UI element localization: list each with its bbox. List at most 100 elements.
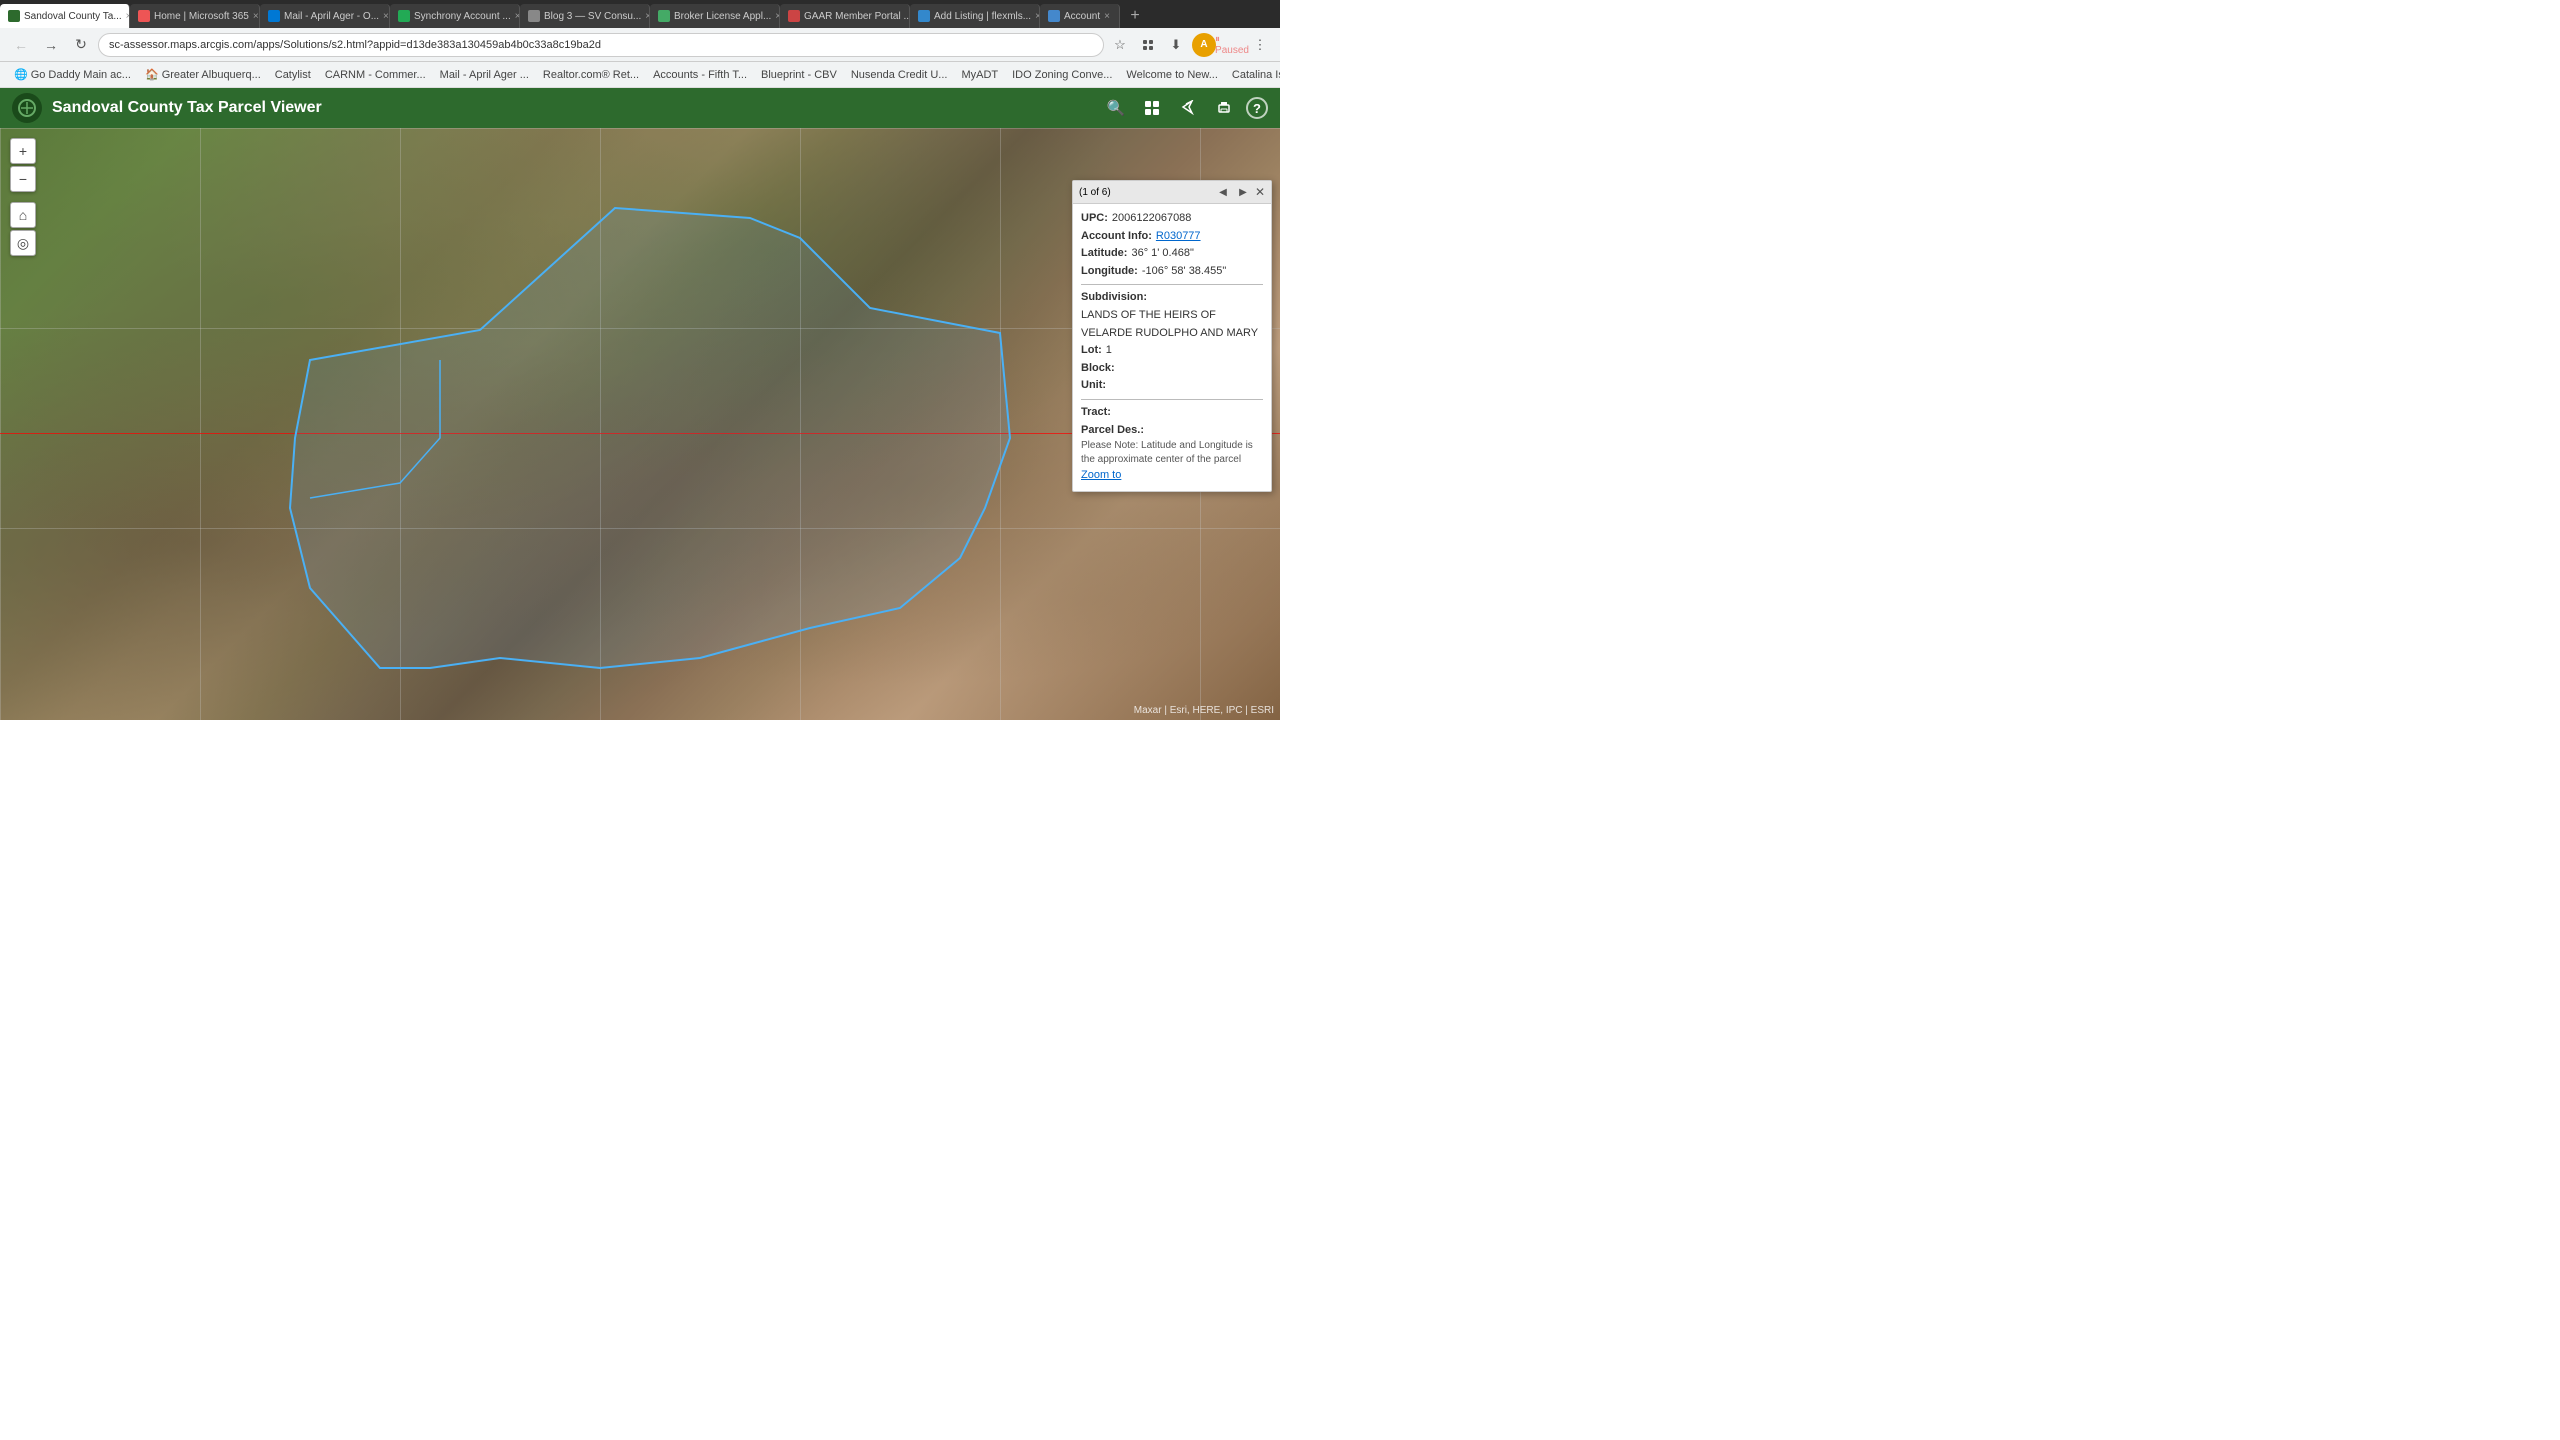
reload-button[interactable]: ↻ bbox=[68, 32, 94, 58]
tab-label-account: Account bbox=[1064, 11, 1100, 22]
popup-lot-label: Lot: bbox=[1081, 342, 1102, 360]
popup-block-label: Block: bbox=[1081, 360, 1115, 378]
back-button[interactable]: ← bbox=[8, 32, 34, 58]
tab-home[interactable]: Home | Microsoft 365 × bbox=[130, 4, 260, 28]
bookmark-blueprint[interactable]: Blueprint - CBV bbox=[755, 67, 843, 83]
bookmark-label-godaddy: Go Daddy Main ac... bbox=[31, 69, 131, 81]
tab-blog[interactable]: Blog 3 — SV Consu... × bbox=[520, 4, 650, 28]
bookmark-myadt[interactable]: MyADT bbox=[955, 67, 1004, 83]
bookmark-mail[interactable]: Mail - April Ager ... bbox=[434, 67, 535, 83]
tab-broker[interactable]: Broker License Appl... × bbox=[650, 4, 780, 28]
popup-next-button[interactable]: ▶ bbox=[1235, 184, 1251, 200]
tab-favicon-sandoval bbox=[8, 10, 20, 22]
zoom-in-button[interactable]: + bbox=[10, 138, 36, 164]
albuquerque-icon: 🏠 bbox=[145, 68, 159, 81]
logo-icon bbox=[17, 98, 37, 118]
nav-icons: ☆ ⬇ A ⏸ Paused ⋮ bbox=[1108, 33, 1272, 57]
popup-close-button[interactable]: ✕ bbox=[1255, 185, 1265, 199]
tab-favicon-account bbox=[1048, 10, 1060, 22]
tab-label-sync: Synchrony Account ... bbox=[414, 11, 511, 22]
grid-icon-btn[interactable] bbox=[1138, 94, 1166, 122]
bookmark-catylist[interactable]: Catylist bbox=[269, 67, 317, 83]
bookmark-star-icon[interactable]: ☆ bbox=[1108, 33, 1132, 57]
search-icon-btn[interactable]: 🔍 bbox=[1102, 94, 1130, 122]
bookmark-label-mail: Mail - April Ager ... bbox=[440, 69, 529, 81]
popup-field-upc: UPC: 2006122067088 bbox=[1081, 210, 1263, 228]
tab-favicon-gaar bbox=[788, 10, 800, 22]
app-logo bbox=[12, 93, 42, 123]
home-button[interactable]: ⌂ bbox=[10, 202, 36, 228]
bookmark-accounts[interactable]: Accounts - Fifth T... bbox=[647, 67, 753, 83]
popup-field-unit: Unit: bbox=[1081, 377, 1263, 395]
forward-button[interactable]: → bbox=[38, 32, 64, 58]
bookmark-label-realtor: Realtor.com® Ret... bbox=[543, 69, 639, 81]
menu-button[interactable]: ⋮ bbox=[1248, 33, 1272, 57]
tab-label-gaar: GAAR Member Portal ... bbox=[804, 11, 910, 22]
tab-account[interactable]: Account × bbox=[1040, 4, 1120, 28]
share-icon bbox=[1180, 100, 1196, 116]
popup-field-latitude: Latitude: 36° 1' 0.468" bbox=[1081, 245, 1263, 263]
app-title: Sandoval County Tax Parcel Viewer bbox=[52, 99, 1102, 117]
popup-body: UPC: 2006122067088 Account Info: R030777… bbox=[1073, 204, 1271, 491]
map-container[interactable]: + − ⌂ ◎ (1 of 6) ◀ ▶ ✕ UPC: 200612206708… bbox=[0, 128, 1280, 720]
bookmark-albuquerque[interactable]: 🏠 Greater Albuquerq... bbox=[139, 66, 267, 83]
tab-label-sandoval: Sandoval County Ta... bbox=[24, 11, 122, 22]
popup-field-subdivision: Subdivision: LANDS OF THE HEIRS OF VELAR… bbox=[1081, 289, 1263, 342]
nav-bar: ← → ↻ ☆ ⬇ A ⏸ Paused ⋮ bbox=[0, 28, 1280, 62]
bookmark-catalina[interactable]: Catalina Island Bir... bbox=[1226, 67, 1280, 83]
tab-mail[interactable]: Mail - April Ager - O... × bbox=[260, 4, 390, 28]
popup-lat-value: 36° 1' 0.468" bbox=[1131, 245, 1193, 263]
new-tab-button[interactable]: + bbox=[1122, 4, 1148, 28]
popup-panel: (1 of 6) ◀ ▶ ✕ UPC: 2006122067088 Accoun… bbox=[1072, 180, 1272, 492]
location-button[interactable]: ◎ bbox=[10, 230, 36, 256]
downloads-icon[interactable]: ⬇ bbox=[1164, 33, 1188, 57]
tab-favicon-mail bbox=[268, 10, 280, 22]
popup-zoom-link[interactable]: Zoom to bbox=[1081, 469, 1121, 481]
popup-lat-label: Latitude: bbox=[1081, 245, 1127, 263]
extensions-icon[interactable] bbox=[1136, 33, 1160, 57]
bookmark-label-blueprint: Blueprint - CBV bbox=[761, 69, 837, 81]
popup-unit-label: Unit: bbox=[1081, 377, 1106, 395]
popup-account-link[interactable]: R030777 bbox=[1156, 228, 1201, 246]
tab-favicon-addlisting bbox=[918, 10, 930, 22]
popup-header: (1 of 6) ◀ ▶ ✕ bbox=[1073, 181, 1271, 204]
map-controls: + − ⌂ ◎ bbox=[10, 138, 36, 256]
popup-prev-button[interactable]: ◀ bbox=[1215, 184, 1231, 200]
popup-upc-label: UPC: bbox=[1081, 210, 1108, 228]
app-header-icons: 🔍 ? bbox=[1102, 94, 1268, 122]
tab-synchrony[interactable]: Synchrony Account ... × bbox=[390, 4, 520, 28]
popup-lot-value: 1 bbox=[1106, 342, 1112, 360]
tab-favicon-blog bbox=[528, 10, 540, 22]
bookmark-welcome[interactable]: Welcome to New... bbox=[1120, 67, 1224, 83]
app-header: Sandoval County Tax Parcel Viewer 🔍 bbox=[0, 88, 1280, 128]
parcel-boundary bbox=[290, 208, 1010, 668]
tab-sandoval[interactable]: Sandoval County Ta... × bbox=[0, 4, 130, 28]
tab-label-blog: Blog 3 — SV Consu... bbox=[544, 11, 641, 22]
bookmark-carnm[interactable]: CARNM - Commer... bbox=[319, 67, 432, 83]
tab-close-mail[interactable]: × bbox=[383, 11, 389, 22]
help-icon-btn[interactable]: ? bbox=[1246, 97, 1268, 119]
tab-favicon-broker bbox=[658, 10, 670, 22]
popup-account-label: Account Info: bbox=[1081, 228, 1152, 246]
popup-lon-label: Longitude: bbox=[1081, 263, 1138, 281]
bookmark-ido[interactable]: IDO Zoning Conve... bbox=[1006, 67, 1118, 83]
tab-favicon-home bbox=[138, 10, 150, 22]
tab-close-home[interactable]: × bbox=[253, 11, 259, 22]
zoom-out-button[interactable]: − bbox=[10, 166, 36, 192]
tab-addlisting[interactable]: Add Listing | flexmls... × bbox=[910, 4, 1040, 28]
print-icon-btn[interactable] bbox=[1210, 94, 1238, 122]
pause-icon[interactable]: ⏸ Paused bbox=[1220, 33, 1244, 57]
bookmark-realtor[interactable]: Realtor.com® Ret... bbox=[537, 67, 645, 83]
tab-close-account[interactable]: × bbox=[1104, 11, 1110, 22]
popup-tract-label: Tract: bbox=[1081, 404, 1111, 422]
bookmark-godaddy[interactable]: 🌐 Go Daddy Main ac... bbox=[8, 66, 137, 83]
share-icon-btn[interactable] bbox=[1174, 94, 1202, 122]
profile-button[interactable]: A bbox=[1192, 33, 1216, 57]
esri-watermark: Maxar | Esri, HERE, IPC | ESRI bbox=[1134, 705, 1274, 716]
address-bar[interactable] bbox=[98, 33, 1104, 57]
tab-gaar[interactable]: GAAR Member Portal ... × bbox=[780, 4, 910, 28]
bookmark-label-carnm: CARNM - Commer... bbox=[325, 69, 426, 81]
bookmark-nusenda[interactable]: Nusenda Credit U... bbox=[845, 67, 954, 83]
popup-navigation: ◀ ▶ ✕ bbox=[1215, 184, 1265, 200]
bookmark-label-nusenda: Nusenda Credit U... bbox=[851, 69, 948, 81]
